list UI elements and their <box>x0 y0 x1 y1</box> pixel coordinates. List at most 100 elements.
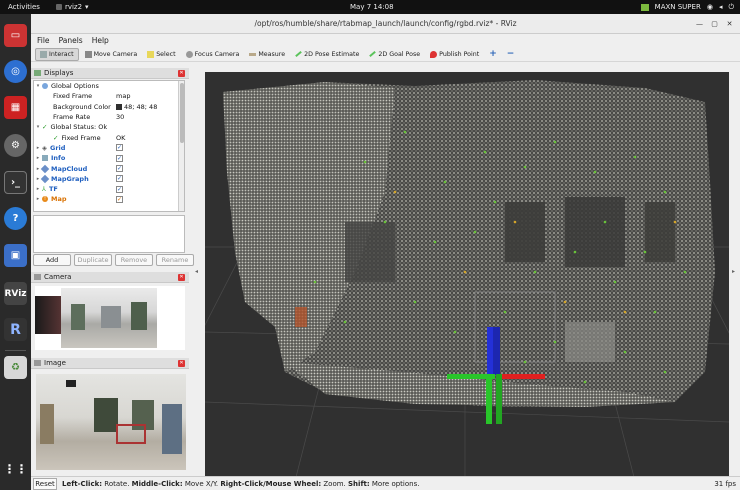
dock: ▭ ◎ ▦ ⚙ ›_ ? ▣ RViz R ♻ ⋮⋮ <box>0 14 31 490</box>
rviz-icon[interactable]: RViz <box>4 282 27 305</box>
collapse-left-arrow-icon[interactable]: ◂ <box>195 268 198 275</box>
camera-view[interactable] <box>35 286 185 350</box>
displays-tree[interactable]: ▾ Global Options Fixed Frame map Backgroun… <box>33 80 185 212</box>
scrollbar-thumb[interactable] <box>180 83 184 143</box>
tree-row-status-fixed-frame[interactable]: ✓ Fixed Frame OK <box>34 132 184 142</box>
remove-tool-button[interactable]: − <box>503 48 519 61</box>
tool-publish-point[interactable]: Publish Point <box>426 48 483 61</box>
enable-checkbox[interactable]: ✓ <box>116 144 123 152</box>
camera-title: Camera <box>44 273 72 281</box>
close-icon[interactable]: ✕ <box>725 19 734 28</box>
tree-row-map[interactable]: ▸! Map ✓ <box>34 194 184 204</box>
tree-row-background-color[interactable]: Background Color 48; 48; 48 <box>34 102 184 112</box>
expand-arrow-icon[interactable]: ▸ <box>34 186 42 192</box>
3d-viewport[interactable] <box>205 72 729 481</box>
tree-row-tf[interactable]: ▸ ⅄ TF ✓ <box>34 184 184 194</box>
activities-button[interactable]: Activities <box>8 3 40 11</box>
tree-row-grid[interactable]: ▸ ◈ Grid ✓ <box>34 143 184 153</box>
enable-checkbox[interactable]: ✓ <box>116 195 123 203</box>
background-color-value[interactable]: 48; 48; 48 <box>116 103 157 111</box>
property-description <box>33 215 185 253</box>
app-name: rviz2 <box>64 3 83 11</box>
enable-checkbox[interactable]: ✓ <box>116 185 123 193</box>
image-icon <box>34 360 41 366</box>
expand-arrow-icon[interactable]: ▾ <box>34 124 42 130</box>
status-bar: Reset Left-Click: Rotate. Middle-Click: … <box>31 476 740 490</box>
enable-checkbox[interactable]: ✓ <box>116 154 123 162</box>
rviz-window: /opt/ros/humble/share/rtabmap_launch/lau… <box>31 14 740 490</box>
window-titlebar[interactable]: /opt/ros/humble/share/rtabmap_launch/lau… <box>31 14 740 34</box>
expand-arrow-icon[interactable]: ▾ <box>34 83 42 89</box>
ok-check-icon: ✓ <box>53 133 59 142</box>
enable-checkbox[interactable]: ✓ <box>116 165 123 173</box>
settings-icon[interactable]: ⚙ <box>4 134 27 157</box>
chromium-icon[interactable]: ◎ <box>4 60 27 83</box>
add-tool-button[interactable]: + <box>485 48 501 61</box>
display-buttons: Add Duplicate Remove Rename <box>33 254 194 266</box>
expand-arrow-icon[interactable]: ▸ <box>34 196 42 202</box>
add-display-button[interactable]: Add <box>33 254 71 266</box>
tool-interact[interactable]: Interact <box>35 47 79 61</box>
trash-icon[interactable]: ♻ <box>4 356 27 379</box>
system-monitor-icon[interactable]: ▦ <box>4 96 27 119</box>
tool-focus-camera[interactable]: Focus Camera <box>182 48 244 61</box>
dock-divider <box>5 350 26 351</box>
tree-row-mapcloud[interactable]: ▸ MapCloud ✓ <box>34 163 184 173</box>
window-title: /opt/ros/humble/share/rtabmap_launch/lau… <box>254 19 517 28</box>
close-panel-icon[interactable]: ✕ <box>178 274 185 281</box>
color-swatch <box>116 103 122 110</box>
maximize-icon[interactable]: ▢ <box>710 19 719 28</box>
menu-panels[interactable]: Panels <box>59 36 83 45</box>
close-panel-icon[interactable]: ✕ <box>178 360 185 367</box>
power-mode-label: MAXN SUPER <box>654 3 701 11</box>
minimize-icon[interactable]: — <box>695 19 704 28</box>
publish-point-icon <box>430 50 438 58</box>
tree-row-fixed-frame[interactable]: Fixed Frame map <box>34 91 184 101</box>
tree-row-mapgraph[interactable]: ▸ MapGraph ✓ <box>34 174 184 184</box>
clock[interactable]: May 7 14:08 <box>350 3 394 11</box>
enable-checkbox[interactable]: ✓ <box>116 175 123 183</box>
fixed-frame-value[interactable]: map <box>116 92 130 100</box>
system-tray[interactable]: MAXN SUPER ◉ ◂ ⏻ <box>640 3 734 12</box>
tool-2d-goal-pose[interactable]: 2D Goal Pose <box>365 48 424 61</box>
select-icon <box>147 50 155 58</box>
tool-move-camera[interactable]: Move Camera <box>81 48 142 61</box>
help-icon[interactable]: ? <box>4 207 27 230</box>
remove-display-button[interactable]: Remove <box>115 254 153 266</box>
image-panel: Image ✕ <box>31 358 189 474</box>
duplicate-display-button[interactable]: Duplicate <box>74 254 112 266</box>
menu-help[interactable]: Help <box>92 36 109 45</box>
screenshot-icon[interactable]: ▣ <box>4 244 27 267</box>
menu-file[interactable]: File <box>37 36 50 45</box>
expand-arrow-icon[interactable]: ▸ <box>34 155 42 161</box>
tree-row-info[interactable]: ▸ Info ✓ <box>34 153 184 163</box>
point-cloud-render <box>205 72 729 481</box>
menu-bar: File Panels Help <box>31 34 740 47</box>
focus-camera-icon <box>185 50 193 58</box>
terminal-icon[interactable]: ›_ <box>4 171 27 194</box>
tool-select[interactable]: Select <box>143 48 179 61</box>
rqt-icon[interactable]: R <box>4 318 27 341</box>
files-icon[interactable]: ▭ <box>4 24 27 47</box>
image-view[interactable] <box>36 374 186 470</box>
tree-row-frame-rate[interactable]: Frame Rate 30 <box>34 112 184 122</box>
grid-icon: ◈ <box>42 143 47 152</box>
close-panel-icon[interactable]: ✕ <box>178 70 185 77</box>
globe-icon <box>42 83 48 90</box>
hint-shift-text: More options. <box>369 479 420 488</box>
measure-icon <box>249 52 257 56</box>
collapse-right-arrow-icon[interactable]: ▸ <box>732 268 735 275</box>
tool-measure[interactable]: Measure <box>245 48 289 61</box>
tool-2d-pose-estimate[interactable]: 2D Pose Estimate <box>291 48 363 61</box>
show-apps-icon[interactable]: ⋮⋮ <box>4 457 28 480</box>
minus-icon: − <box>506 49 515 59</box>
app-menu[interactable]: rviz2 ▾ <box>55 3 89 11</box>
tree-scrollbar[interactable] <box>178 81 184 211</box>
tree-row-global-status[interactable]: ▾ ✓ Global Status: Ok <box>34 122 184 132</box>
tree-row-global-options[interactable]: ▾ Global Options <box>34 81 184 91</box>
frame-rate-value[interactable]: 30 <box>116 113 124 121</box>
expand-arrow-icon[interactable]: ▸ <box>34 145 42 151</box>
hint-left-text: Rotate. <box>102 479 132 488</box>
reset-button[interactable]: Reset <box>33 477 57 490</box>
rename-display-button[interactable]: Rename <box>156 254 194 266</box>
